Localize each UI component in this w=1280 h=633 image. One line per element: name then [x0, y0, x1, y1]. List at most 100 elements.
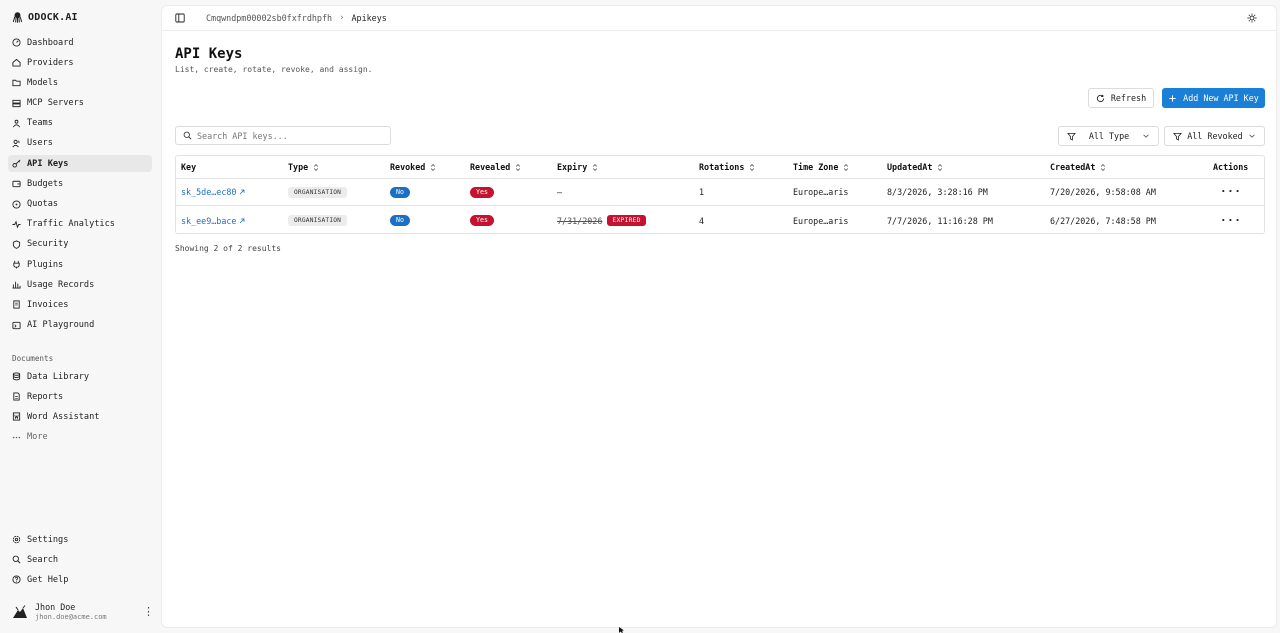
column-header-key: Key — [181, 162, 197, 172]
revoked-filter[interactable]: All Revoked — [1164, 126, 1265, 146]
sidebar-item-ai-playground[interactable]: AI Playground — [8, 317, 152, 334]
search-box — [175, 126, 391, 145]
documents-nav: Data Library Reports Word Assistant More — [8, 368, 152, 449]
timezone-value: Europe…aris — [793, 187, 849, 197]
row-actions-menu-icon[interactable]: ··· — [1220, 207, 1241, 234]
sidebar-item-dashboard[interactable]: Dashboard — [8, 34, 152, 51]
search-icon — [12, 555, 21, 564]
sidebar-item-mcp-servers[interactable]: MCP Servers — [8, 95, 152, 112]
breadcrumb-current: Apikeys — [351, 13, 387, 23]
column-header-rotations[interactable]: Rotations — [699, 156, 755, 178]
column-header-time-zone[interactable]: Time Zone — [793, 156, 849, 178]
key-icon — [12, 159, 21, 168]
brand[interactable]: ODOCK.AI — [12, 10, 78, 24]
sidebar-item-label: Data Library — [27, 371, 90, 382]
column-header-actions: Actions — [1213, 162, 1249, 172]
sidebar-item-api-keys[interactable]: API Keys — [8, 155, 152, 173]
timezone-value: Europe…aris — [793, 215, 849, 226]
page-title: API Keys — [175, 46, 243, 62]
api-key-link[interactable]: sk_ee9…bace — [181, 216, 245, 226]
column-header-revealed[interactable]: Revealed — [470, 156, 521, 178]
results-count: Showing 2 of 2 results — [175, 244, 281, 253]
main-nav: Dashboard Providers Models MCP Servers T… — [8, 34, 152, 337]
sun-icon[interactable] — [1247, 13, 1257, 23]
revealed-badge: Yes — [470, 186, 494, 198]
api-key-link[interactable]: sk_5de…ec80 — [181, 187, 245, 197]
updated-at-value: 7/7/2026, 11:16:28 PM — [887, 215, 993, 226]
invoice-icon — [13, 300, 20, 309]
expiry-value: 7/31/2026 — [557, 215, 603, 226]
bar-chart-icon — [12, 282, 21, 289]
team-icon — [12, 119, 21, 128]
column-header-updated-at[interactable]: UpdatedAt — [887, 156, 943, 178]
dashboard-icon — [12, 38, 21, 47]
sidebar-item-quotas[interactable]: Quotas — [8, 196, 152, 213]
sidebar-item-users[interactable]: Users — [8, 135, 152, 152]
sidebar-item-models[interactable]: Models — [8, 74, 152, 91]
add-api-key-button[interactable]: Add New API Key — [1162, 88, 1265, 108]
type-filter[interactable]: All Type — [1058, 126, 1159, 146]
user-menu-icon[interactable]: ⋮ — [143, 606, 154, 617]
sidebar-item-data-library[interactable]: Data Library — [8, 368, 152, 385]
sidebar-item-label: Dashboard — [27, 37, 74, 48]
sidebar-item-providers[interactable]: Providers — [8, 54, 152, 71]
sidebar-item-label: API Keys — [27, 158, 69, 169]
column-header-type[interactable]: Type — [288, 156, 319, 178]
documents-section-label: Documents — [12, 354, 54, 363]
column-header-revoked[interactable]: Revoked — [390, 156, 436, 178]
sort-icon — [593, 163, 598, 171]
sidebar-item-label: Usage Records — [27, 279, 95, 290]
breadcrumb-org[interactable]: Cmqwndpm00002sb0fxfrdhpfh — [206, 13, 332, 23]
table-row[interactable]: sk_5de…ec80 ORGANISATION No Yes — 1 Euro… — [176, 179, 1264, 206]
sidebar-item-search[interactable]: Search — [8, 551, 152, 568]
gear-icon — [12, 535, 21, 544]
sidebar-item-label: Models — [27, 77, 59, 88]
sidebar-item-get-help[interactable]: Get Help — [8, 571, 152, 588]
column-header-created-at[interactable]: CreatedAt — [1050, 156, 1106, 178]
sidebar-item-label: Word Assistant — [27, 411, 100, 422]
brand-name: ODOCK.AI — [28, 11, 78, 23]
type-filter-value: All Type — [1088, 131, 1130, 141]
sort-icon — [431, 163, 436, 171]
plus-icon — [1169, 94, 1176, 102]
add-api-key-label: Add New API Key — [1183, 93, 1259, 103]
row-actions-menu-icon[interactable]: ··· — [1220, 179, 1241, 205]
playground-icon — [12, 321, 21, 329]
refresh-icon — [1096, 94, 1104, 102]
sidebar-toggle-icon[interactable] — [175, 13, 185, 23]
sidebar-item-budgets[interactable]: Budgets — [8, 175, 152, 192]
revoked-badge: No — [390, 215, 410, 226]
word-icon — [12, 412, 21, 421]
sidebar-item-teams[interactable]: Teams — [8, 115, 152, 132]
table-row[interactable]: sk_ee9…bace ORGANISATION No Yes 7/31/202… — [176, 207, 1264, 234]
revoked-filter-value: All Revoked — [1187, 131, 1243, 141]
sidebar-item-security[interactable]: Security — [8, 236, 152, 253]
type-badge: ORGANISATION — [288, 186, 348, 198]
sidebar-item-label: Budgets — [27, 178, 64, 189]
search-input[interactable] — [197, 130, 387, 141]
sort-icon — [1101, 163, 1106, 171]
main-content: Cmqwndpm00002sb0fxfrdhpfh › Apikeys API … — [161, 5, 1277, 628]
chevron-down-icon — [1249, 134, 1255, 138]
sort-icon — [516, 163, 521, 171]
sidebar-item-invoices[interactable]: Invoices — [8, 296, 152, 313]
refresh-button[interactable]: Refresh — [1088, 88, 1154, 108]
sidebar-item-word-assistant[interactable]: Word Assistant — [8, 408, 152, 425]
revealed-badge: Yes — [470, 215, 494, 226]
sidebar-item-usage-records[interactable]: Usage Records — [8, 276, 152, 293]
column-header-expiry[interactable]: Expiry — [557, 156, 598, 178]
created-at-value: 6/27/2026, 7:48:58 PM — [1050, 215, 1156, 226]
sort-icon — [314, 163, 319, 171]
users-icon — [12, 139, 20, 148]
folder-icon — [12, 80, 21, 87]
sidebar-item-settings[interactable]: Settings — [8, 531, 152, 548]
sidebar-item-more[interactable]: More — [8, 429, 152, 446]
sidebar-item-traffic-analytics[interactable]: Traffic Analytics — [8, 216, 152, 233]
sidebar-item-label: Security — [27, 239, 69, 250]
sidebar-item-reports[interactable]: Reports — [8, 388, 152, 405]
sidebar-item-label: Invoices — [27, 299, 69, 310]
sidebar-item-plugins[interactable]: Plugins — [8, 256, 152, 273]
api-keys-table: Key Type Revoked Revealed Expiry Rotatio… — [175, 155, 1265, 234]
user-profile[interactable]: Jhon Doe jhon.doe@acme.com ⋮ — [12, 599, 154, 625]
sidebar-item-label: Users — [27, 138, 53, 149]
